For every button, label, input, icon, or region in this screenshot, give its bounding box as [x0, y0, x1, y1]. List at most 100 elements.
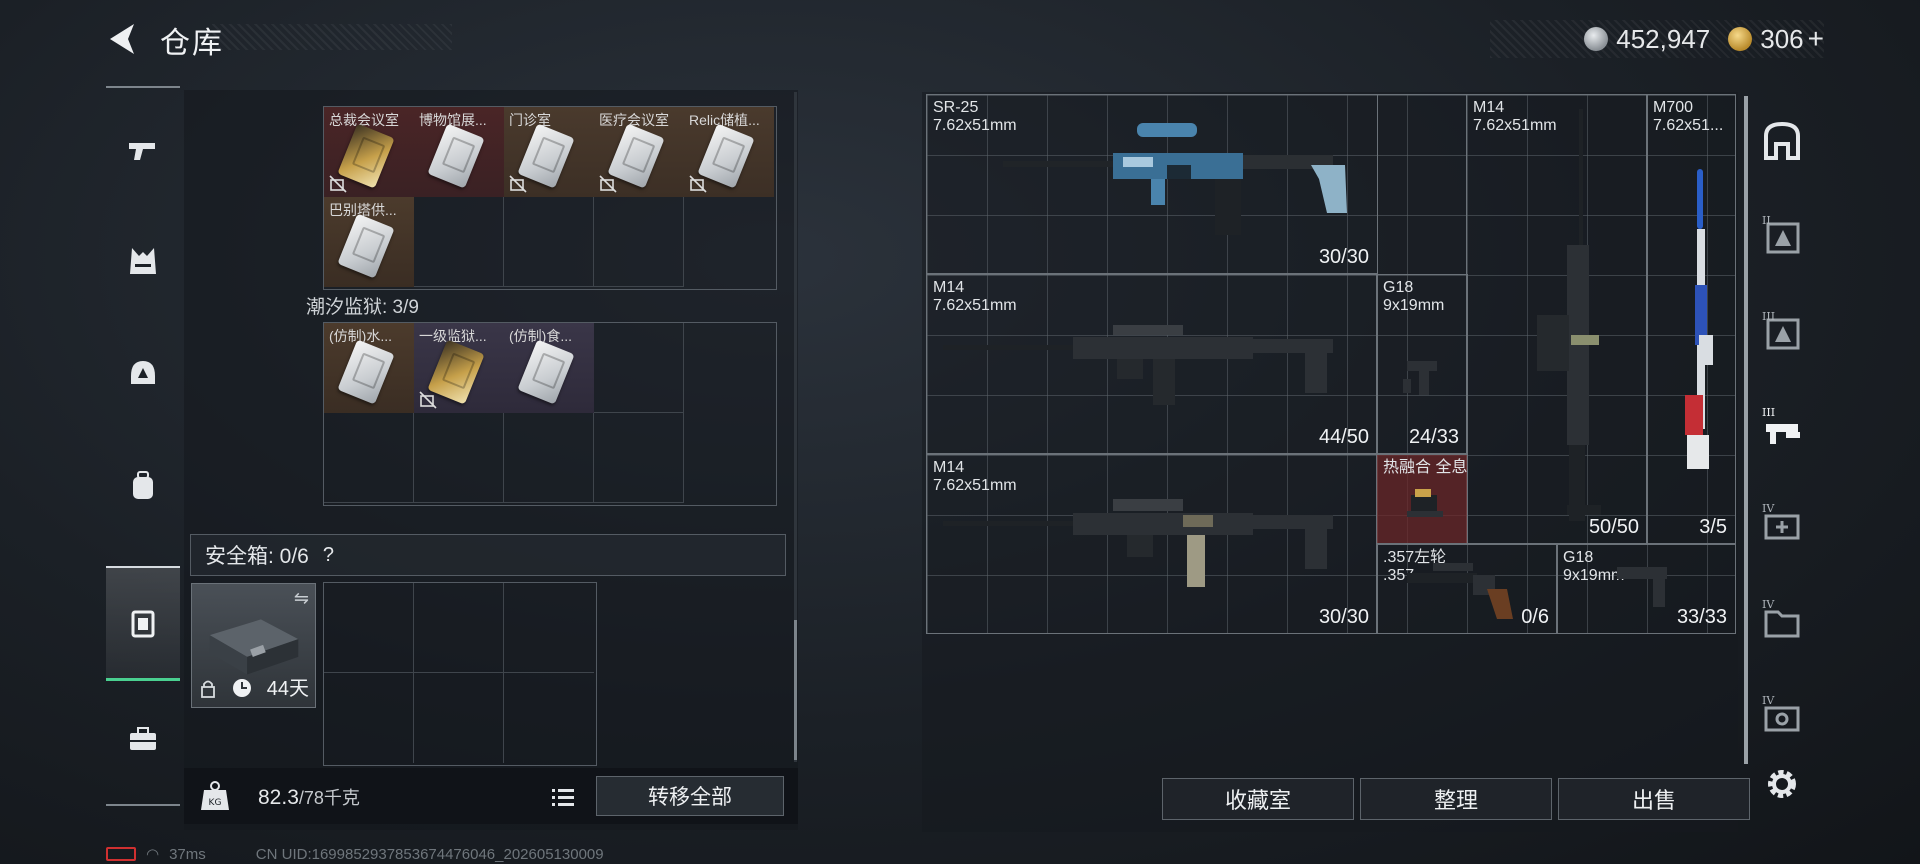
back-arrow-icon [110, 24, 134, 54]
rnav-level-ii[interactable]: II [1758, 212, 1806, 260]
weapon-item-m700[interactable]: M700 7.62x51... 3/5 [1646, 94, 1736, 544]
rnav-level-iii-workbench[interactable]: III [1758, 404, 1806, 452]
gold-coin-icon [1728, 27, 1753, 51]
keycard-item[interactable]: (仿制)水... [324, 323, 414, 413]
weapon-ammo: 30/30 [1318, 606, 1369, 628]
nav-item-safe-box[interactable] [106, 566, 180, 681]
nav-item-armor[interactable] [106, 206, 180, 316]
section-title-tidal-prison: 潮汐监狱: 3/9 [306, 297, 419, 318]
weapon-ammo: 24/33 [1408, 426, 1459, 448]
nav-item-backpack[interactable] [106, 430, 180, 540]
m14-rifle-icon [1537, 109, 1601, 521]
no-sell-icon [599, 175, 617, 193]
nav-divider [106, 804, 180, 806]
lock-icon [201, 680, 215, 698]
capacity-bar: KG 82.3/78千克 转移全部 [184, 768, 798, 824]
silver-currency-value: 452,947 [1616, 23, 1711, 54]
weight-icon: KG [201, 781, 229, 810]
battery-icon [106, 847, 136, 861]
back-button[interactable] [104, 20, 142, 58]
weapon-ammo: 0/6 [1521, 606, 1549, 628]
helmet-icon [131, 361, 155, 384]
status-bar: ◠ 37ms CN UID:1699852937853674476046_202… [106, 844, 604, 864]
help-icon[interactable]: ? [323, 544, 334, 567]
currency-bar: 452,947 306 + [1490, 20, 1824, 58]
keycard-icon [517, 339, 575, 405]
storage-level-nav: II III III IV IV IV [1752, 94, 1812, 834]
sell-button[interactable]: 出售 [1558, 778, 1750, 820]
rnav-level-iii[interactable]: III [1758, 308, 1806, 356]
page-title: 仓库 [160, 27, 224, 60]
keycard-item[interactable]: Relic储植... [684, 107, 774, 197]
keycard-icon [427, 123, 485, 189]
left-category-nav [106, 86, 180, 806]
nav-item-toolbox[interactable] [106, 684, 180, 794]
weapon-item-sr25[interactable]: SR-25 7.62x51mm 30/30 [926, 94, 1378, 274]
weapon-item-g18[interactable]: G18 9x19mm 33/33 [1556, 544, 1736, 634]
storage-scrollbar-thumb[interactable] [794, 620, 797, 760]
swap-icon[interactable]: ⇋ [294, 588, 309, 609]
safe-box-slots [323, 582, 597, 766]
uid-text: CN UID:1699852937853674476046_2026051300… [255, 845, 604, 863]
holo-sight-icon [1407, 489, 1443, 517]
pistol-icon [129, 143, 155, 160]
keycard-item[interactable]: 巴别塔供... [324, 197, 414, 287]
keycard-item[interactable]: 门诊室 [504, 107, 594, 197]
weapon-item-m14[interactable]: M14 7.62x51mm 44/50 [926, 274, 1378, 454]
weight-value: 82.3 [258, 786, 299, 809]
weapon-scrollbar[interactable] [1744, 96, 1748, 764]
keycard-item[interactable]: 总裁会议室 [324, 107, 414, 197]
no-sell-icon [689, 175, 707, 193]
no-sell-icon [329, 175, 347, 193]
weapon-item-holo-sight[interactable]: 热融合 全息 [1376, 454, 1468, 544]
safe-box-item[interactable]: ⇋ 44天 [191, 583, 316, 708]
list-icon [552, 789, 574, 806]
ping-text: 37ms [169, 845, 206, 863]
weapon-ammo: 50/50 [1588, 516, 1639, 538]
add-currency-button[interactable]: + [1808, 23, 1824, 55]
weapon-ammo: 44/50 [1318, 426, 1369, 448]
nav-item-helmet[interactable] [106, 318, 180, 428]
silver-coin-icon [1584, 27, 1609, 51]
safe-box-icon [131, 610, 155, 638]
no-sell-icon [509, 175, 527, 193]
title-decoration [212, 24, 452, 50]
list-view-button[interactable] [546, 780, 580, 814]
rnav-level-iv-gear[interactable]: IV [1758, 692, 1806, 740]
rnav-level-iv-folder[interactable]: IV [1758, 596, 1806, 644]
clock-icon [233, 679, 251, 697]
rnav-level-iv-add[interactable]: IV [1758, 500, 1806, 548]
weapon-item-m14[interactable]: M14 7.62x51mm 30/30 [926, 454, 1378, 634]
sort-button[interactable]: 整理 [1360, 778, 1552, 820]
no-sell-icon [419, 391, 437, 409]
settings-icon [1768, 770, 1796, 798]
armory-icon [1764, 121, 1800, 160]
gold-currency-value: 306 [1760, 23, 1804, 54]
svg-text:KG: KG [209, 798, 222, 808]
settings-button[interactable] [1758, 760, 1806, 808]
collection-room-button[interactable]: 收藏室 [1162, 778, 1354, 820]
toolbox-icon [130, 727, 156, 750]
weapon-ammo: 3/5 [1699, 516, 1727, 538]
m14-rifle-icon [943, 499, 1333, 587]
weapon-item-357-revolver[interactable]: .357左轮 .357 0/6 [1376, 544, 1558, 634]
keycard-icon [337, 339, 395, 405]
transfer-all-button[interactable]: 转移全部 [596, 776, 784, 816]
weapon-item-g18[interactable]: G18 9x19mm 24/33 [1376, 274, 1468, 454]
nav-item-weapons[interactable] [106, 96, 180, 206]
m14-rifle-icon [943, 325, 1333, 405]
weight-capacity: /78千克 [298, 788, 360, 808]
keycard-item[interactable]: 一级监狱... [414, 323, 504, 413]
keycard-item[interactable]: 博物馆展... [414, 107, 504, 197]
safe-box-header: 安全箱: 0/6 ? [190, 534, 786, 576]
nav-divider [106, 86, 180, 88]
safe-box-days: 44天 [266, 678, 309, 700]
weapon-item-m14-vertical[interactable]: M14 7.62x51mm 50/50 [1466, 94, 1648, 544]
sr25-rifle-icon [1003, 123, 1347, 235]
weight-display: 82.3/78千克 [258, 784, 360, 810]
rnav-armory[interactable] [1758, 116, 1806, 164]
m700-rifle-icon [1685, 169, 1713, 469]
backpack-icon [133, 471, 153, 499]
keycard-item[interactable]: 医疗会议室 [594, 107, 684, 197]
keycard-item[interactable]: (仿制)食... [504, 323, 594, 413]
